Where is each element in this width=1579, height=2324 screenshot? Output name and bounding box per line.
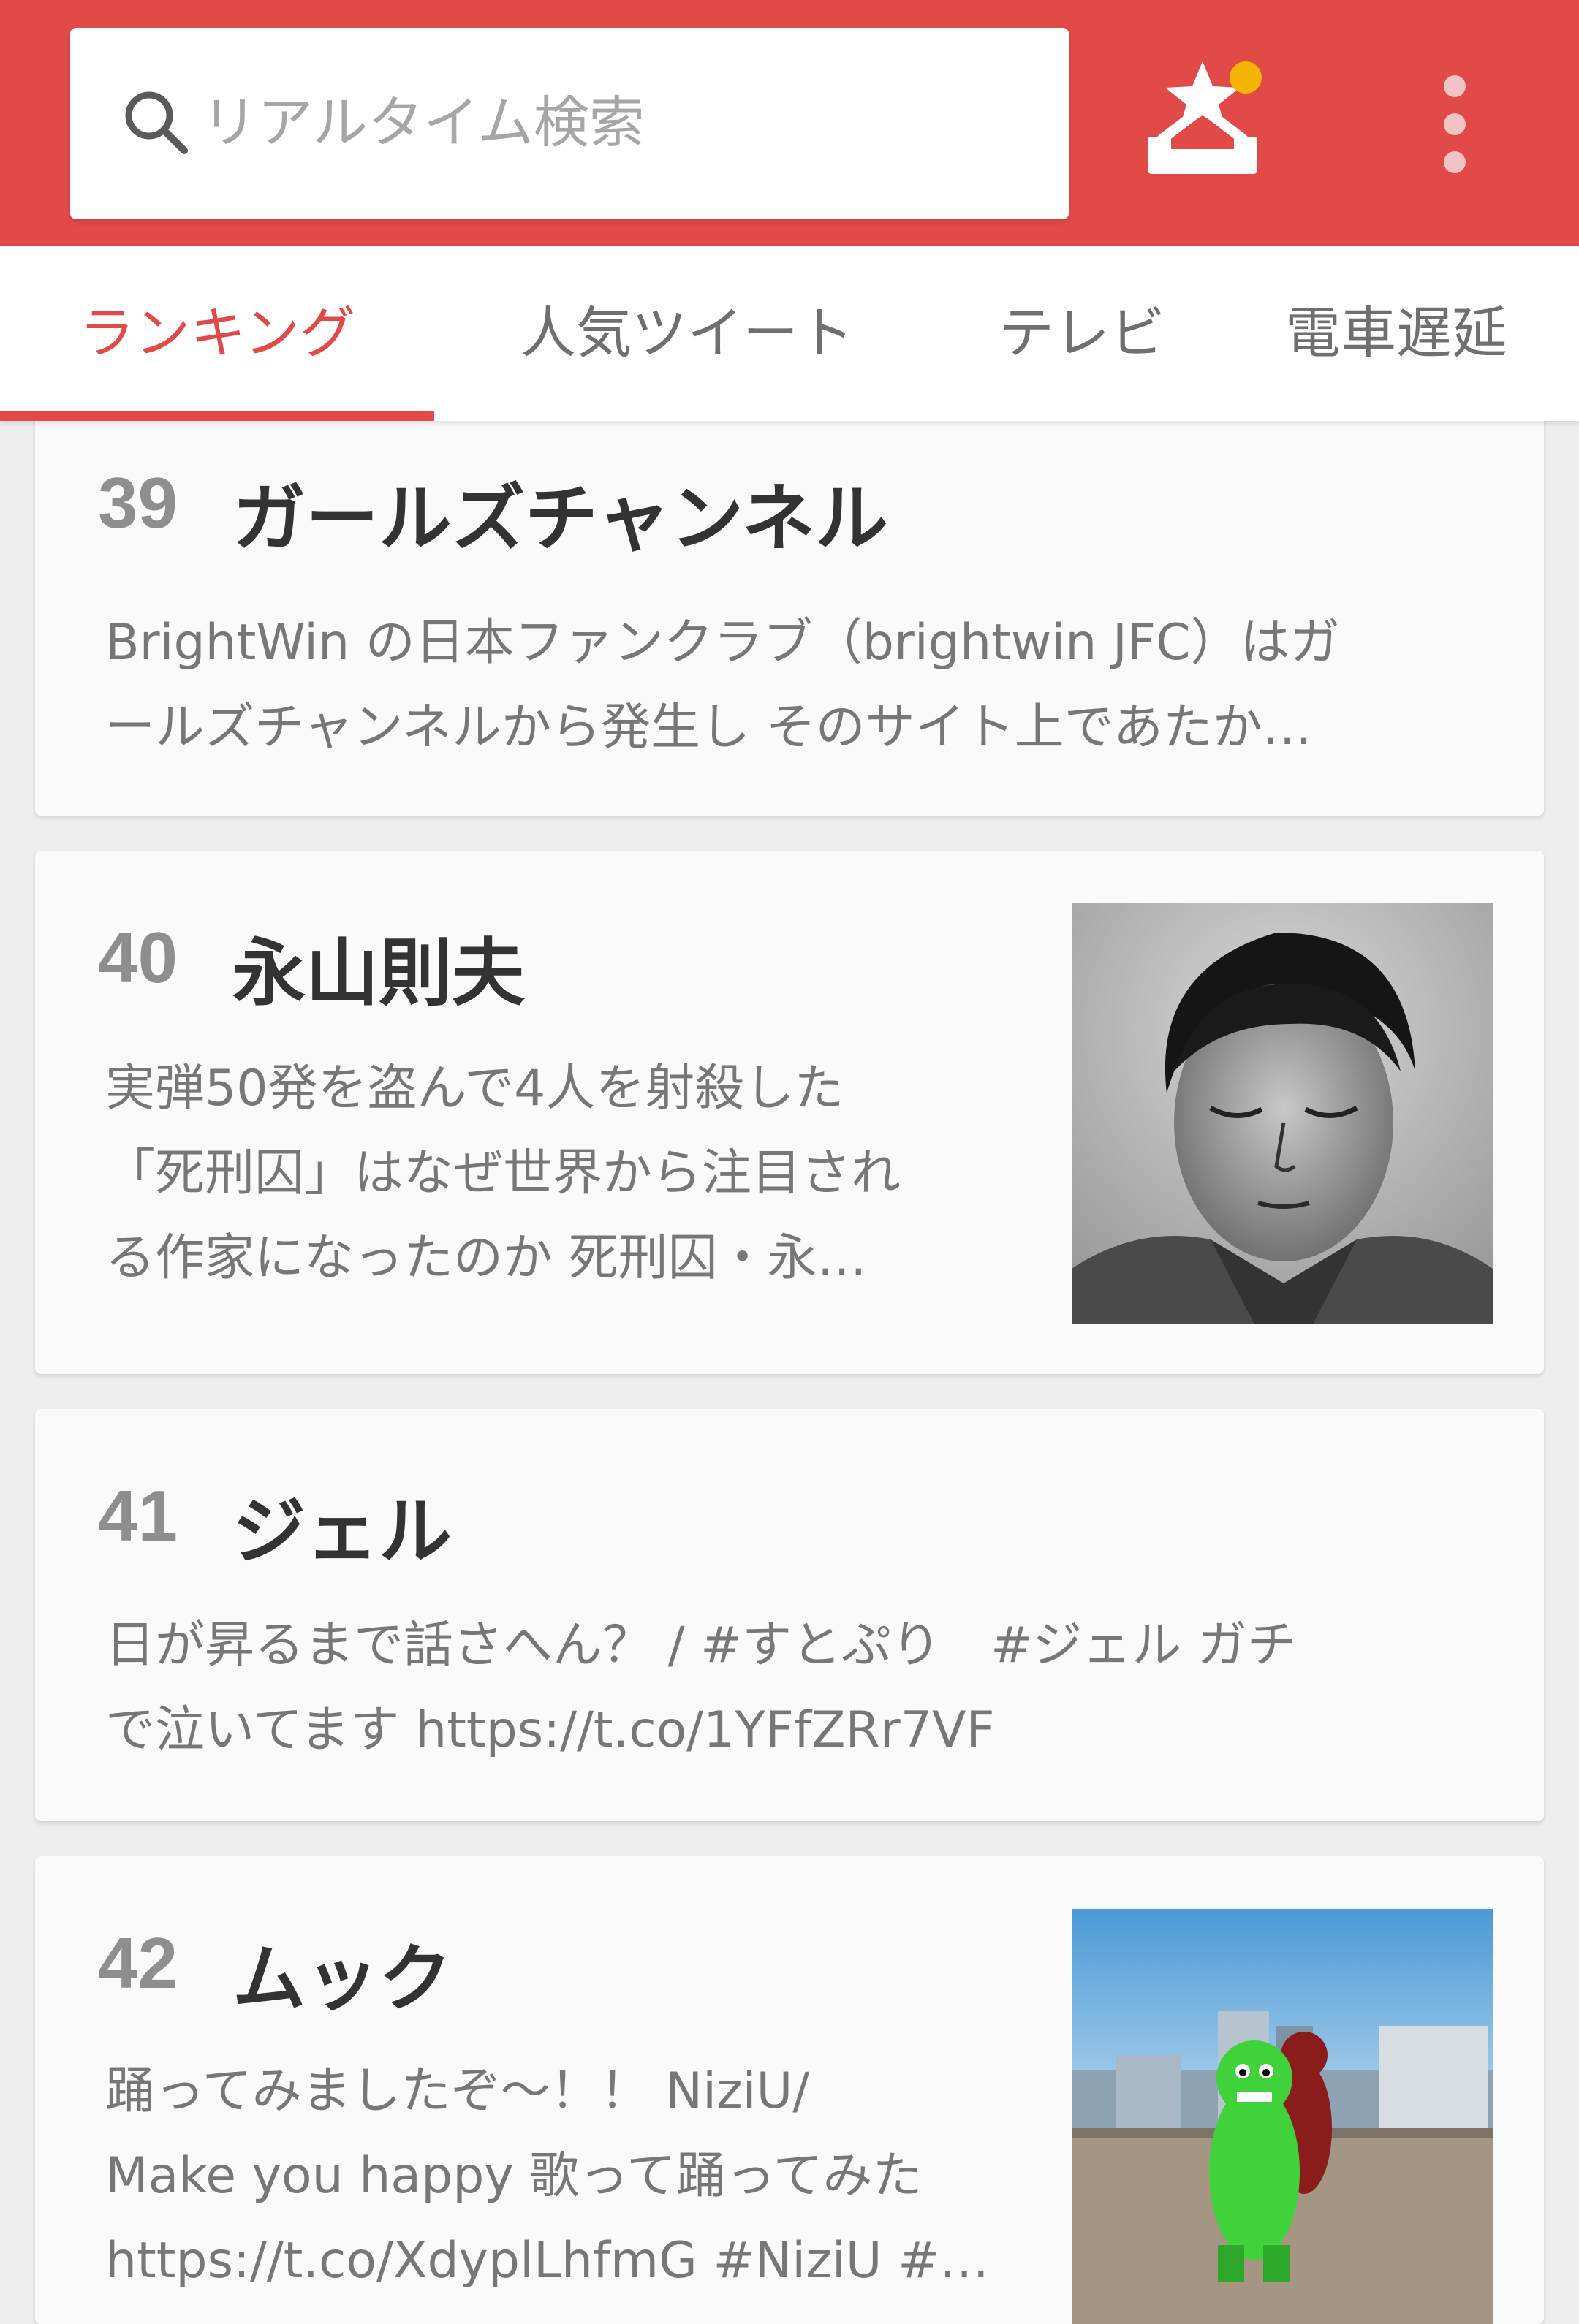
notification-dot xyxy=(1230,61,1262,94)
tab-ranking[interactable]: ランキング xyxy=(0,246,434,421)
ranking-title: 永山則夫 xyxy=(232,930,525,1016)
more-menu-button[interactable] xyxy=(1411,66,1499,183)
favorites-button[interactable] xyxy=(1133,51,1272,190)
active-tab-indicator xyxy=(0,411,434,421)
rank-number: 41 xyxy=(98,1476,178,1556)
tab-train-delay[interactable]: 電車遅延 xyxy=(1257,246,1535,421)
rank-number: 42 xyxy=(98,1923,178,2003)
star-inbox-icon xyxy=(1148,61,1262,174)
tab-bar: ランキング 人気ツイート テレビ 電車遅延 xyxy=(0,246,1579,421)
portrait-thumbnail xyxy=(1072,903,1493,1324)
rank-number: 39 xyxy=(98,463,178,543)
search-placeholder: リアルタイム検索 xyxy=(202,90,645,155)
tab-tv[interactable]: テレビ xyxy=(965,246,1199,421)
ranking-title: ガールズチャンネル xyxy=(232,476,888,561)
mascot-photo-thumbnail xyxy=(1072,1909,1493,2324)
rank-number: 40 xyxy=(98,917,178,998)
tab-popular-tweets[interactable]: 人気ツイート xyxy=(482,246,892,421)
app-header: リアルタイム検索 xyxy=(0,0,1579,246)
ranking-title: ジェル xyxy=(232,1489,452,1574)
ranking-description: 実弾50発を盗んで4人を射殺した 「死刑囚」はなぜ世界から注目され る作家になっ… xyxy=(105,1060,901,1287)
ranking-card[interactable]: 41 ジェル 日が昇るまで話さへん？ / #すとぷり #ジェル ガチ で泣いてま… xyxy=(35,1409,1544,1821)
search-input[interactable]: リアルタイム検索 xyxy=(70,28,1069,219)
ranking-card[interactable]: 39 ガールズチャンネル BrightWin の日本ファンクラブ（brightw… xyxy=(35,380,1544,816)
search-icon xyxy=(125,91,188,154)
ranking-title: ムック xyxy=(232,1936,452,2021)
ranking-description: BrightWin の日本ファンクラブ（brightwin JFC）はガ ールズ… xyxy=(105,614,1340,756)
ranking-description: 踊ってみましたぞ〜！！ NiziU/ Make you happy 歌って踊って… xyxy=(105,2062,990,2290)
more-vertical-icon xyxy=(1444,75,1466,173)
ranking-card[interactable]: 42 ムック 踊ってみましたぞ〜！！ NiziU/ Make you happy… xyxy=(35,1856,1544,2324)
ranking-description: 日が昇るまで話さへん？ / #すとぷり #ジェル ガチ で泣いてます https… xyxy=(105,1617,1297,1759)
ranking-card[interactable]: 40 永山則夫 実弾50発を盗んで4人を射殺した 「死刑囚」はなぜ世界から注目さ… xyxy=(35,851,1544,1374)
